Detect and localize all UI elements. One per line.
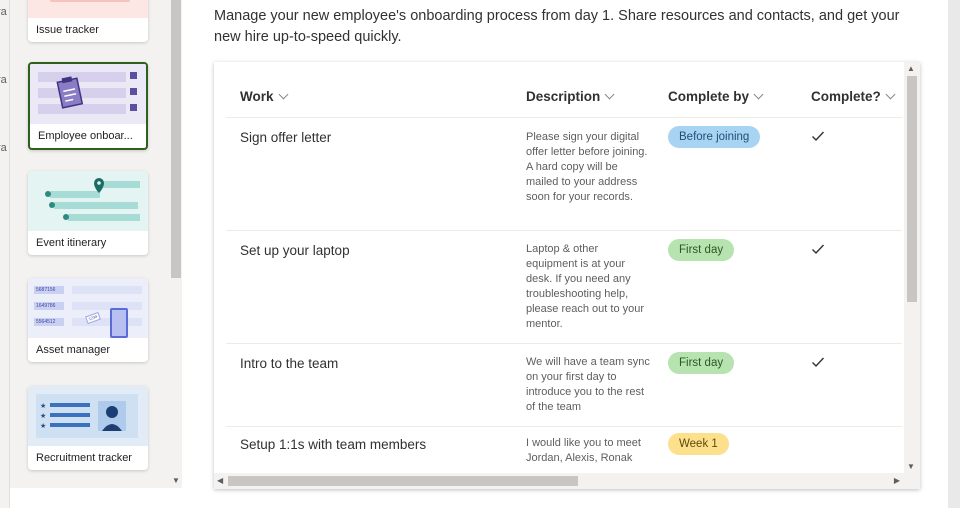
background-text: ra [0,142,7,154]
table-row[interactable]: Intro to the team We will have a team sy… [214,344,904,426]
issue-tracker-thumbnail [28,0,148,18]
svg-text:★: ★ [40,422,46,430]
map-pin-icon [45,178,140,221]
work-cell: Set up your laptop [240,243,350,258]
background-text: ra [0,6,7,18]
vertical-scroll-thumb[interactable] [907,76,917,302]
template-gallery: Issue tracker Employee onboar... Event i… [10,0,182,488]
checkmark-icon [812,244,825,255]
chevron-down-icon [885,89,896,100]
column-header-label: Complete? [811,89,881,104]
column-header-complete-by[interactable]: Complete by [668,89,764,104]
event-itinerary-thumbnail [28,171,148,231]
template-card-label: Recruitment tracker [36,452,132,464]
asset-id: 1649786 [34,302,64,310]
table-row[interactable]: Laptop & other equipment is at your desk… [214,231,904,343]
template-card-label: Employee onboar... [38,130,133,142]
description-cell: Please sign your digital offer letter be… [526,131,648,203]
template-preview-dialog: Issue tracker Employee onboar... Event i… [10,0,948,508]
chevron-down-icon [604,89,615,100]
onboarding-thumbnail [30,64,146,124]
template-card-label: Issue tracker [36,24,99,36]
background-text: ra [0,74,7,86]
complete-by-badge: Before joining [668,126,761,148]
checkmark-icon [812,131,825,142]
table-vertical-scrollbar[interactable]: ▲ ▼ [904,62,920,473]
scroll-right-icon[interactable]: ▶ [894,476,900,485]
scroll-left-icon[interactable]: ◀ [217,476,223,485]
template-card-recruitment-tracker[interactable]: ★ ★ ★ Recruitment tracker [28,386,148,470]
table-horizontal-scrollbar[interactable]: ◀ ▶ [214,473,920,489]
svg-text:★: ★ [40,402,46,410]
column-header-description[interactable]: Description [526,89,615,104]
work-cell: Sign offer letter [240,130,332,145]
asset-id: 5564512 [34,318,64,326]
complete-by-badge: Week 1 [668,433,729,455]
chevron-down-icon [753,89,764,100]
table-row[interactable]: Sign offer letter Please sign your digit… [214,118,904,230]
scroll-down-icon[interactable]: ▼ [907,462,915,471]
template-card-event-itinerary[interactable]: Event itinerary [28,171,148,255]
column-header-complete[interactable]: Complete? [811,89,896,104]
description-cell: Laptop & other equipment is at your desk… [526,243,645,330]
checkmark-icon [812,357,825,368]
work-cell: Intro to the team [240,356,339,371]
table-row[interactable]: Setup 1:1s with team members I would lik… [214,427,904,473]
scroll-down-icon[interactable]: ▼ [172,476,180,485]
template-card-label: Asset manager [36,344,110,356]
template-preview-table: Work Description Complete by Complete? S… [214,62,920,489]
column-header-label: Description [526,89,601,104]
template-description: Manage your new employee's onboarding pr… [214,8,900,45]
template-card-asset-manager[interactable]: 5687156 1649786 5564512 1234 Asset manag… [28,278,148,362]
horizontal-scroll-thumb[interactable] [228,476,578,486]
recruitment-tracker-thumbnail: ★ ★ ★ [28,386,148,446]
chevron-down-icon [278,89,288,100]
gallery-scroll-thumb[interactable] [171,0,181,278]
svg-text:★: ★ [40,412,46,420]
work-cell: Setup 1:1s with team members [240,437,427,452]
complete-by-badge: First day [668,239,735,261]
complete-by-badge: First day [668,352,735,374]
description-cell: I would like you to meet Jordan, Alexis,… [526,437,641,464]
template-card-issue-tracker[interactable]: Issue tracker [28,0,148,42]
template-card-employee-onboarding[interactable]: Employee onboar... [28,62,148,150]
template-card-label: Event itinerary [36,237,107,249]
column-header-label: Work [240,89,274,104]
column-header-label: Complete by [668,89,750,104]
phone-icon [110,308,128,338]
gallery-scrollbar[interactable]: ▼ [170,0,182,488]
asset-manager-thumbnail: 5687156 1649786 5564512 1234 [28,278,148,338]
column-header-work[interactable]: Work [240,89,288,104]
scroll-up-icon[interactable]: ▲ [907,64,915,73]
description-cell: We will have a team sync on your first d… [526,356,650,413]
asset-id: 5687156 [34,286,64,294]
background-list: ra ra ra [0,0,10,508]
person-profile-icon: ★ ★ ★ [36,394,138,438]
clipboard-icon [38,72,137,114]
